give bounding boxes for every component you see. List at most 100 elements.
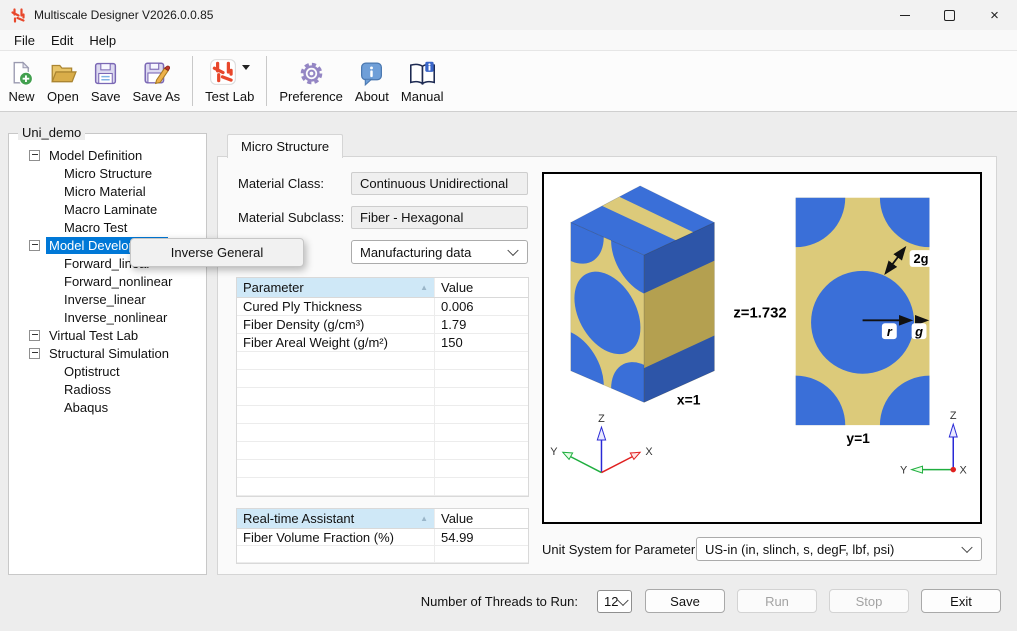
menu-file[interactable]: File — [6, 30, 43, 50]
about-button[interactable]: About — [350, 53, 394, 109]
chevron-down-icon — [961, 542, 972, 553]
project-tree-panel: Model DefinitionMicro StructureMicro Mat… — [8, 133, 207, 575]
menu-help[interactable]: Help — [81, 30, 124, 50]
tree-item-label[interactable]: Inverse_linear — [61, 291, 149, 308]
tree-item[interactable]: Radioss — [9, 380, 206, 398]
app-logo-icon — [10, 7, 26, 23]
tree-item[interactable]: Model Definition — [9, 146, 206, 164]
column-header[interactable]: Real-time Assistant▲ — [237, 509, 435, 528]
axis-x-label: X — [960, 465, 968, 477]
tree-item[interactable]: Optistruct — [9, 362, 206, 380]
tab-micro-structure[interactable]: Micro Structure — [227, 134, 343, 158]
tree-item[interactable]: Macro Test — [9, 218, 206, 236]
stop-button[interactable]: Stop — [829, 589, 909, 613]
chevron-down-icon — [617, 594, 628, 605]
collapse-icon[interactable] — [29, 240, 40, 251]
axis-y-label: Y — [550, 446, 558, 458]
tree-item-label[interactable]: Virtual Test Lab — [46, 327, 141, 344]
column-header[interactable]: Parameter▲ — [237, 278, 435, 297]
tree-item[interactable]: Virtual Test Lab — [9, 326, 206, 344]
context-menu: Inverse General — [130, 238, 304, 267]
tree-item[interactable]: Forward_nonlinear — [9, 272, 206, 290]
tree-item[interactable]: Structural Simulation — [9, 344, 206, 362]
table-row[interactable] — [237, 406, 528, 424]
tree-item-label[interactable]: Macro Test — [61, 219, 130, 236]
axis-z-label: Z — [950, 410, 957, 422]
run-button[interactable]: Run — [737, 589, 817, 613]
tree-item[interactable]: Micro Material — [9, 182, 206, 200]
axis-z-label: Z — [598, 413, 605, 425]
tree-item-label[interactable]: Optistruct — [61, 363, 123, 380]
table-row[interactable] — [237, 370, 528, 388]
toolbar-separator — [266, 56, 267, 106]
tree-item[interactable]: Inverse_nonlinear — [9, 308, 206, 326]
column-header[interactable]: Value — [435, 509, 528, 528]
close-button[interactable]: × — [972, 0, 1017, 30]
table-row[interactable]: Cured Ply Thickness0.006 — [237, 298, 528, 316]
material-subclass-label: Material Subclass: — [238, 206, 344, 229]
save-as-button[interactable]: Save As — [127, 53, 185, 109]
collapse-icon[interactable] — [29, 348, 40, 359]
window-title: Multiscale Designer V2026.0.0.85 — [34, 8, 213, 22]
new-button[interactable]: New — [3, 53, 40, 109]
tree-item-label[interactable]: Inverse_nonlinear — [61, 309, 170, 326]
material-class-label: Material Class: — [238, 172, 324, 195]
tree-item-label[interactable]: Macro Laminate — [61, 201, 160, 218]
threads-dropdown[interactable]: 12 — [597, 590, 632, 613]
menu-edit[interactable]: Edit — [43, 30, 81, 50]
test-lab-icon — [209, 58, 237, 89]
tree-item[interactable]: Micro Structure — [9, 164, 206, 182]
test-lab-button[interactable]: Test Lab — [200, 53, 259, 109]
table-row[interactable]: Fiber Volume Fraction (%)54.99 — [237, 529, 528, 546]
table-row[interactable] — [237, 424, 528, 442]
minimize-icon — [900, 15, 910, 16]
tree-item-label[interactable]: Forward_nonlinear — [61, 273, 175, 290]
tree-item[interactable]: Inverse_linear — [9, 290, 206, 308]
manual-icon — [408, 58, 437, 88]
tree-item[interactable]: Macro Laminate — [9, 200, 206, 218]
save-button[interactable]: Save — [86, 53, 126, 109]
gap-g-label: g — [914, 324, 923, 339]
tree-item-label[interactable]: Model Definition — [46, 147, 145, 164]
tree-item-label[interactable]: Micro Structure — [61, 165, 155, 182]
table-row[interactable] — [237, 442, 528, 460]
tree-item-label[interactable]: Radioss — [61, 381, 114, 398]
tree-item-label[interactable]: Abaqus — [61, 399, 111, 416]
table-row[interactable] — [237, 388, 528, 406]
open-button[interactable]: Open — [42, 53, 84, 109]
tree-item-label[interactable]: Structural Simulation — [46, 345, 172, 362]
exit-button[interactable]: Exit — [921, 589, 1001, 613]
application-window: Multiscale Designer V2026.0.0.85 × File … — [0, 0, 1017, 631]
assistant-table: Real-time Assistant▲ValueFiber Volume Fr… — [236, 508, 529, 564]
unit-system-dropdown[interactable]: US-in (in, slinch, s, degF, lbf, psi) — [696, 537, 982, 561]
tree-item[interactable]: Abaqus — [9, 398, 206, 416]
collapse-icon[interactable] — [29, 150, 40, 161]
sort-ascending-icon: ▲ — [420, 514, 428, 523]
table-row[interactable] — [237, 460, 528, 478]
data-source-dropdown[interactable]: Manufacturing data — [351, 240, 528, 264]
table-row[interactable]: Fiber Density (g/cm³)1.79 — [237, 316, 528, 334]
project-tree: Model DefinitionMicro StructureMicro Mat… — [9, 134, 206, 416]
table-row[interactable]: Fiber Areal Weight (g/m²)150 — [237, 334, 528, 352]
maximize-button[interactable] — [927, 0, 972, 30]
about-icon — [358, 58, 385, 88]
column-header[interactable]: Value — [435, 278, 528, 297]
tree-item-label[interactable]: Micro Material — [61, 183, 149, 200]
minimize-button[interactable] — [882, 0, 927, 30]
save-project-button[interactable]: Save — [645, 589, 725, 613]
maximize-icon — [944, 10, 955, 21]
context-menu-item[interactable]: Inverse General — [171, 245, 264, 260]
new-file-icon — [8, 58, 35, 88]
axis-y-label: Y — [900, 465, 908, 477]
save-as-icon — [142, 58, 170, 88]
preference-button[interactable]: Preference — [274, 53, 348, 109]
table-row[interactable] — [237, 478, 528, 496]
toolbar-separator — [192, 56, 193, 106]
axis-x-label: X — [645, 446, 653, 458]
collapse-icon[interactable] — [29, 330, 40, 341]
table-row[interactable] — [237, 352, 528, 370]
chevron-down-icon — [507, 245, 518, 256]
table-row[interactable] — [237, 546, 528, 563]
chevron-down-icon[interactable] — [242, 65, 250, 70]
manual-button[interactable]: Manual — [396, 53, 449, 109]
